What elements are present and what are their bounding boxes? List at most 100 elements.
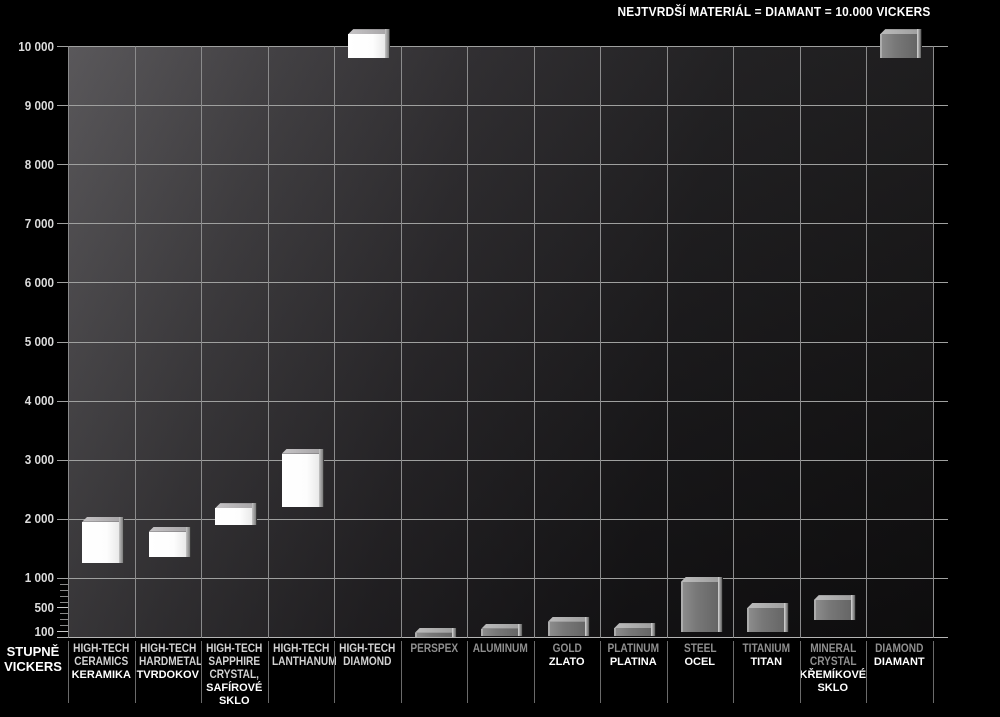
- bar-side-face-steel: [718, 577, 723, 632]
- y-minor-tick-200: [60, 625, 68, 626]
- column-label-high-tech-diamond: HIGH-TECHDIAMOND: [334, 643, 401, 669]
- bar-side-face-titanium: [784, 603, 789, 632]
- bar-top-face-high-tech-diamond: [348, 29, 390, 34]
- y-tick-label-9000: 9 000: [5, 99, 54, 112]
- label-en-titanium-0: TITANIUM: [737, 643, 796, 656]
- gridline-y-5000: [57, 342, 948, 343]
- bar-top-face-high-tech-sapphire-crystal: [215, 503, 257, 508]
- label-cz-high-tech-sapphire-crystal-1: SKLO: [201, 695, 268, 708]
- bar-top-face-high-tech-lanthanum: [282, 449, 324, 454]
- bar-mineral-crystal: [814, 600, 852, 620]
- gridline-y-6000: [57, 282, 948, 283]
- y-tick-label-2000: 2 000: [5, 512, 54, 525]
- label-en-high-tech-sapphire-crystal-2: CRYSTAL,: [205, 669, 264, 682]
- bar-face-high-tech-hardmetal: [149, 532, 187, 557]
- column-separator-0: [68, 641, 69, 703]
- bar-face-perspex: [415, 633, 453, 637]
- label-cz-high-tech-hardmetal-0: TVRDOKOV: [135, 669, 202, 682]
- label-en-platinum-0: PLATINUM: [604, 643, 663, 656]
- y-axis-title: STUPNĚ VICKERS: [0, 644, 66, 674]
- column-separator-2: [201, 641, 202, 703]
- bar-face-titanium: [747, 608, 785, 632]
- bar-titanium: [747, 608, 785, 632]
- y-minor-tick-600: [60, 602, 68, 603]
- gridline-x-9: [667, 46, 668, 638]
- label-cz-high-tech-sapphire-crystal-0: SAFÍROVÉ: [201, 682, 268, 695]
- bar-side-face-mineral-crystal: [851, 595, 856, 620]
- bar-top-face-steel: [681, 577, 723, 582]
- y-minor-tick-700: [60, 596, 68, 597]
- gridline-x-11: [800, 46, 801, 638]
- bar-side-face-gold: [585, 617, 590, 636]
- column-separator-3: [268, 641, 269, 703]
- bar-diamond: [880, 34, 918, 58]
- label-cz-mineral-crystal-0: KŘEMÍKOVÉ: [800, 669, 867, 682]
- column-separator-8: [600, 641, 601, 703]
- y-axis-title-line1: STUPNĚ: [0, 644, 66, 659]
- gridline-x-0: [68, 46, 69, 638]
- label-cz-high-tech-ceramics-0: KERAMIKA: [68, 669, 135, 682]
- y-axis-title-line2: VICKERS: [0, 659, 66, 674]
- y-tick-label-1000: 1 000: [5, 571, 54, 584]
- label-en-high-tech-ceramics-1: CERAMICS: [72, 656, 131, 669]
- bar-side-face-aluminum: [518, 624, 523, 637]
- bar-side-face-high-tech-sapphire-crystal: [252, 503, 257, 525]
- label-en-high-tech-hardmetal-0: HIGH-TECH: [138, 643, 197, 656]
- column-label-gold: GOLDZLATO: [534, 643, 601, 669]
- bar-perspex: [415, 633, 453, 637]
- column-label-aluminum: ALUMINUM: [467, 643, 534, 656]
- y-tick-label-4000: 4 000: [5, 394, 54, 407]
- column-label-perspex: PERSPEX: [401, 643, 468, 656]
- label-cz-diamond-0: DIAMANT: [866, 656, 933, 669]
- label-cz-gold-0: ZLATO: [534, 656, 601, 669]
- bar-top-face-high-tech-hardmetal: [149, 527, 191, 532]
- y-minor-tick-400: [60, 613, 68, 614]
- label-en-high-tech-sapphire-crystal-0: HIGH-TECH: [205, 643, 264, 656]
- bar-top-face-high-tech-ceramics: [82, 517, 124, 522]
- column-separator-5: [401, 641, 402, 703]
- gridline-x-10: [733, 46, 734, 638]
- label-en-high-tech-lanthanum-0: HIGH-TECH: [271, 643, 330, 656]
- bar-gold: [548, 622, 586, 636]
- column-label-high-tech-hardmetal: HIGH-TECHHARDMETALTVRDOKOV: [135, 643, 202, 682]
- x-axis-line: [57, 637, 948, 638]
- column-label-high-tech-ceramics: HIGH-TECHCERAMICSKERAMIKA: [68, 643, 135, 682]
- bar-high-tech-diamond: [348, 34, 386, 58]
- gridline-y-7000: [57, 223, 948, 224]
- label-en-gold-0: GOLD: [537, 643, 596, 656]
- bar-top-face-diamond: [880, 29, 922, 34]
- y-tick-label-3000: 3 000: [5, 453, 54, 466]
- chart-title: NEJTVRDŠÍ MATERIÁL = DIAMANT = 10.000 VI…: [617, 5, 930, 19]
- bar-high-tech-hardmetal: [149, 532, 187, 557]
- column-label-diamond: DIAMONDDIAMANT: [866, 643, 933, 669]
- bar-top-face-titanium: [747, 603, 789, 608]
- y-tick-label-500: 500: [5, 601, 54, 614]
- y-tick-label-100: 100: [5, 625, 54, 638]
- gridline-x-6: [467, 46, 468, 638]
- gridline-x-5: [401, 46, 402, 638]
- bar-high-tech-sapphire-crystal: [215, 508, 253, 525]
- column-separator-13: [933, 641, 934, 703]
- label-en-aluminum-0: ALUMINUM: [471, 643, 530, 656]
- label-en-high-tech-hardmetal-1: HARDMETAL: [138, 656, 197, 669]
- column-separator-4: [334, 641, 335, 703]
- bar-face-gold: [548, 622, 586, 636]
- bar-face-high-tech-lanthanum: [282, 454, 320, 507]
- column-label-mineral-crystal: MINERALCRYSTALKŘEMÍKOVÉSKLO: [800, 643, 867, 694]
- label-en-diamond-0: DIAMOND: [870, 643, 929, 656]
- column-label-steel: STEELOCEL: [667, 643, 734, 669]
- bar-face-high-tech-ceramics: [82, 522, 120, 563]
- column-separator-11: [800, 641, 801, 703]
- bar-top-face-gold: [548, 617, 590, 622]
- y-tick-label-7000: 7 000: [5, 217, 54, 230]
- gridline-y-4000: [57, 401, 948, 402]
- bar-top-face-platinum: [614, 623, 656, 628]
- label-en-high-tech-ceramics-0: HIGH-TECH: [72, 643, 131, 656]
- bar-high-tech-lanthanum: [282, 454, 320, 507]
- y-tick-dash-100: [57, 631, 68, 632]
- bar-side-face-high-tech-ceramics: [119, 517, 124, 563]
- gridline-y-1000: [57, 578, 948, 579]
- bar-side-face-high-tech-lanthanum: [319, 449, 324, 507]
- column-separator-9: [667, 641, 668, 703]
- label-cz-mineral-crystal-1: SKLO: [800, 682, 867, 695]
